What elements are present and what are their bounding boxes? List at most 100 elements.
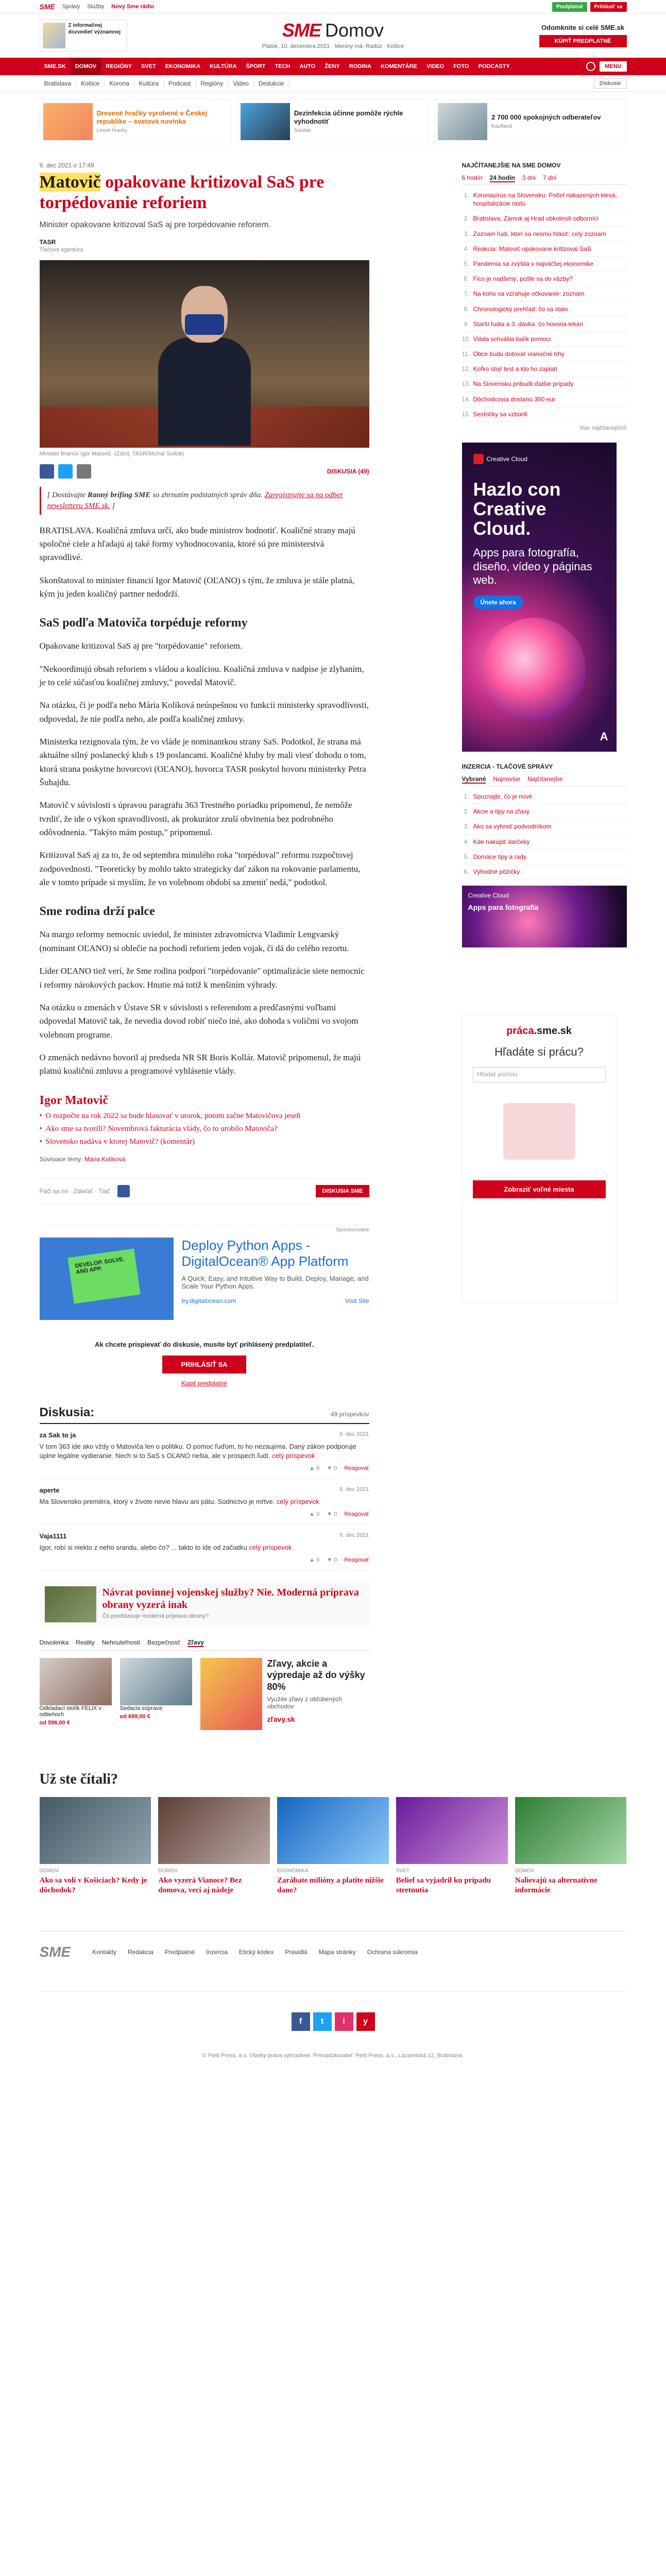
most-read-item[interactable]: 13. Na Slovensku pribudli ďalšie prípady [462, 377, 627, 392]
inzercia-item[interactable]: 4. Kde nakúpiť darčeky [462, 835, 627, 850]
nav-item-auto[interactable]: Auto [295, 58, 320, 75]
nav-item-svet[interactable]: Svet [136, 58, 161, 75]
twitter-icon[interactable]: t [313, 2012, 332, 2031]
more-most-read[interactable]: Viac najčítanejších [462, 425, 627, 431]
thumbs-down-icon[interactable]: ▼ 0 [327, 1511, 337, 1517]
nav-item-reginy[interactable]: Regióny [101, 58, 136, 75]
most-read-tab[interactable]: 6 hodín [462, 174, 483, 182]
shop-feature[interactable]: Zľavy, akcie a výpredaje až do výšky 80%… [200, 1657, 369, 1730]
subnav-item[interactable]: Kultúra [134, 80, 164, 87]
footer-link[interactable]: Predplatné [165, 1948, 195, 1956]
thumbs-down-icon[interactable]: ▼ 0 [327, 1465, 337, 1471]
brand-logo[interactable]: SME [282, 20, 321, 41]
most-read-item[interactable]: 8. Chronologický prehľad: čo sa stalo [462, 302, 627, 317]
footer-link[interactable]: Pravidlá [285, 1948, 307, 1956]
bottom-share-links[interactable]: Páči sa mi · Zdieľať · Tlač [40, 1188, 110, 1195]
header-promo[interactable]: Z informačnej dozvedieť významnej [39, 20, 127, 52]
most-read-item[interactable]: 14. Dôchodcovia dostanú 300 eur [462, 392, 627, 407]
shop-tab[interactable]: Reality [76, 1639, 95, 1647]
search-icon[interactable] [586, 62, 596, 71]
top-link-spravy[interactable]: Správy [62, 4, 80, 10]
inzercia-tab[interactable]: Najčítanejšie [527, 775, 563, 784]
footer-logo[interactable]: SME [40, 1944, 71, 1960]
top-link-radio[interactable]: Nový Sme rádio [111, 4, 154, 10]
card-title[interactable]: Ako vyzerá Vianoce? Bez domova, vecí aj … [158, 1876, 270, 1895]
comment-user[interactable]: aperte [40, 1486, 60, 1494]
twitter-share-icon[interactable] [58, 464, 73, 479]
mail-share-icon[interactable] [76, 464, 91, 479]
comment-more-link[interactable]: celý príspevok [249, 1544, 292, 1551]
card-title[interactable]: Ako sa volí v Košiciach? Kedy je dôchodo… [40, 1876, 151, 1895]
shop-tab[interactable]: Bezpečnosť [147, 1639, 180, 1647]
discussion-count[interactable]: 49 príspevkov [331, 1411, 369, 1418]
brand-section[interactable]: Domov [325, 20, 384, 41]
ad-card-customers[interactable]: 2 700 000 spokojných odberateľov Kaufland [434, 99, 627, 144]
most-read-item[interactable]: 9. Starší ľudia a 3. dávka: čo hovoria le… [462, 317, 627, 332]
nav-item-eny[interactable]: Ženy [320, 58, 344, 75]
comment-more-link[interactable]: celý príspevok [272, 1452, 315, 1460]
footer-link[interactable]: Redakcia [128, 1948, 153, 1956]
nav-item-port[interactable]: Šport [242, 58, 270, 75]
ad-cta-button[interactable]: Únete ahora [473, 595, 523, 609]
inzercia-tab[interactable]: Najnovšie [493, 775, 520, 784]
subnav-item[interactable]: Video [228, 80, 254, 87]
sponsor-title[interactable]: Deploy Python Apps - DigitalOcean® App P… [182, 1238, 369, 1269]
subnav-item[interactable]: Regióny [196, 80, 229, 87]
inzercia-tab[interactable]: Vybrané [462, 775, 486, 784]
nav-item-tech[interactable]: Tech [270, 58, 295, 75]
read-also-card[interactable]: Domov Ako sa volí v Košiciach? Kedy je dô… [39, 1797, 151, 1895]
read-also-card[interactable]: Svet Belief sa vyjadril ku prípadu stretn… [396, 1797, 508, 1895]
most-read-item[interactable]: 2. Bratislava: Zámok aj Hrad obkolesili o… [462, 211, 627, 227]
read-also-card[interactable]: Domov Ako vyzerá Vianoce? Bez domova, vec… [158, 1797, 270, 1895]
youtube-icon[interactable]: y [356, 2012, 375, 2031]
author-name[interactable]: TASR [40, 239, 369, 246]
read-also-card[interactable]: Ekonomika Zarábate milióny a platíte nižš… [277, 1797, 389, 1895]
footer-link[interactable]: Inzercia [206, 1948, 228, 1956]
inzercia-item[interactable]: 1. Spoznajte, čo je nové [462, 789, 627, 805]
thumbs-up-icon[interactable]: ▲ 0 [309, 1557, 319, 1563]
nav-item-foto[interactable]: Foto [449, 58, 473, 75]
promo-army-title[interactable]: Návrat povinnej vojenskej služby? Nie. M… [103, 1586, 364, 1611]
nav-item-komentre[interactable]: Komentáre [376, 58, 422, 75]
reply-button[interactable]: Reagovať [344, 1511, 369, 1517]
thumbs-up-icon[interactable]: ▲ 8 [309, 1465, 319, 1471]
most-read-tab[interactable]: 24 hodín [489, 174, 515, 182]
prace-button[interactable]: Zobraziť voľné miesta [472, 1180, 606, 1199]
sme-logo-small[interactable]: SME [40, 3, 55, 11]
most-read-item[interactable]: 10. Vláda schválila balík pomoci [462, 332, 627, 347]
ad-card-disinfection[interactable]: Dezinfekcia účinne pomôže rýchle vyhodno… [236, 99, 430, 144]
ad-card-toys[interactable]: Drevené hračky vyrobené v Českej republi… [39, 99, 232, 144]
facebook-icon[interactable]: f [291, 2012, 310, 2031]
card-title[interactable]: Belief sa vyjadril ku prípadu stretnutia [396, 1876, 508, 1895]
tag-link[interactable]: Mária Kolíková [84, 1156, 125, 1163]
subnav-item[interactable]: Dedukcie [254, 80, 289, 87]
top-link-sluzby[interactable]: Služby [87, 4, 104, 10]
footer-link[interactable]: Etický kódex [239, 1948, 274, 1956]
discussion-button[interactable]: DISKUSIA SME [316, 1184, 369, 1197]
most-read-item[interactable]: 5. Pandémia sa zvýšila v najväčšej ekonom… [462, 257, 627, 272]
nav-item-smesk[interactable]: Sme.sk [40, 58, 71, 75]
comment-user[interactable]: Vaja1111 [40, 1532, 67, 1540]
most-read-item[interactable]: 6. Fico je nadšený, pošle sa do väzby? [462, 272, 627, 287]
shop-tab[interactable]: Dovolenka [40, 1639, 69, 1647]
menu-button[interactable]: MENU [600, 61, 627, 72]
comment-user[interactable]: za Sak to ja [40, 1431, 76, 1439]
subscribe-top-button[interactable]: Predplatné [552, 2, 587, 12]
nav-item-domov[interactable]: Domov [70, 58, 101, 75]
card-title[interactable]: Zarábate milióny a platíte nižšie dane? [277, 1876, 389, 1895]
most-read-item[interactable]: 4. Reakcia: Matovič opakovane kritizoval … [462, 242, 627, 257]
related-title[interactable]: Igor Matovič [40, 1094, 369, 1108]
related-item[interactable]: Ako sme sa tvorili? Novembrová fakturáci… [40, 1125, 369, 1133]
related-item[interactable]: Slovensko nadáva v ktorej Matovič? (kome… [40, 1138, 369, 1146]
inzercia-item[interactable]: 3. Ako sa vyhnúť podvodníkom [462, 819, 627, 835]
footer-link[interactable]: Kontakty [92, 1948, 116, 1956]
nav-item-video[interactable]: Video [422, 58, 449, 75]
most-read-item[interactable]: 12. Koľko stojí test a kto ho zaplatí [462, 362, 627, 377]
shop-product[interactable]: Odkladací stolík FELIX v odtieňoch od 59… [39, 1657, 112, 1730]
prace-search-input[interactable]: Hľadať pozíciu [472, 1067, 606, 1083]
reply-button[interactable]: Reagovať [344, 1557, 369, 1563]
most-read-item[interactable]: 11. Obce budú dotovať vianočné trhy [462, 347, 627, 362]
article-photo[interactable] [39, 260, 369, 448]
thumbs-down-icon[interactable]: ▼ 0 [327, 1557, 337, 1563]
shop-product[interactable]: Sedacia súprava od 699,00 € [119, 1657, 192, 1730]
